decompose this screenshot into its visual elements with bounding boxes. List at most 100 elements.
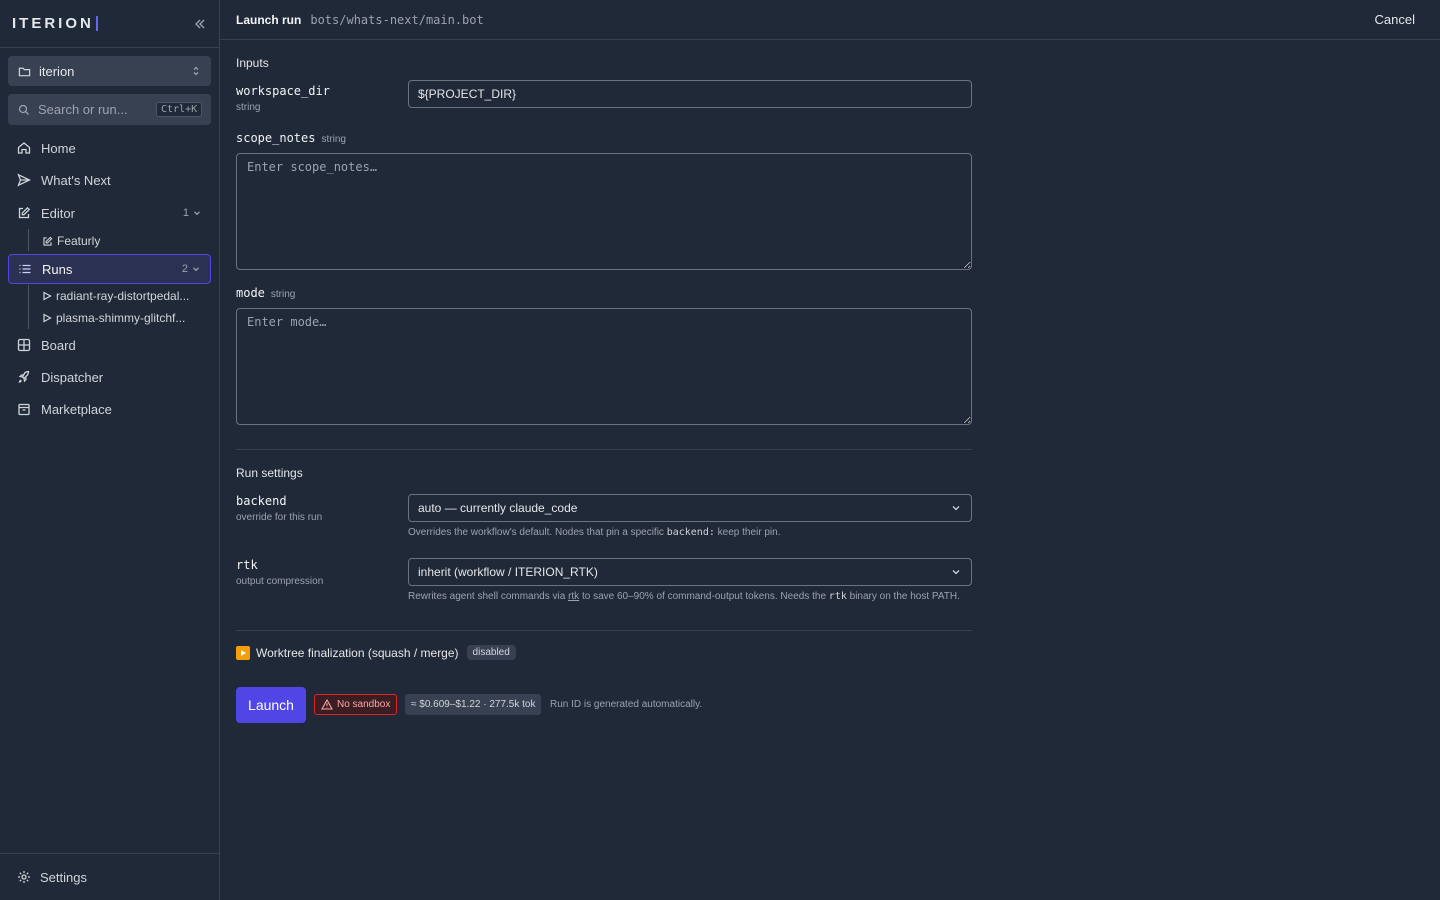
chevron-down-icon[interactable]: [191, 264, 201, 274]
rtk-link[interactable]: rtk: [568, 591, 579, 602]
store-icon: [17, 402, 31, 416]
scope-notes-label: scope_notes: [236, 131, 316, 145]
search-box[interactable]: Ctrl+K: [8, 94, 211, 125]
sidebar-item-home[interactable]: Home: [8, 134, 211, 162]
search-input[interactable]: [38, 102, 148, 117]
send-icon: [17, 173, 31, 187]
sidebar-item-label: What's Next: [41, 172, 111, 188]
rtk-select[interactable]: inherit (workflow / ITERION_RTK): [408, 558, 972, 586]
rtk-label: rtk: [236, 558, 258, 572]
editor-count: 1: [183, 207, 202, 219]
page-title: Launch run: [236, 12, 302, 27]
divider: [236, 449, 972, 450]
brand-logo: ITERION: [12, 15, 98, 32]
play-outline-icon: [42, 313, 52, 323]
scope-notes-textarea[interactable]: [236, 153, 972, 270]
workspace-select[interactable]: iterion: [8, 56, 211, 86]
backend-help-code: backend:: [666, 527, 715, 538]
run-item-label: plasma-shimmy-glitchf...: [56, 311, 186, 325]
play-outline-icon: [42, 291, 52, 301]
sidebar-item-label: Marketplace: [41, 401, 112, 417]
inputs-heading: Inputs: [236, 56, 269, 70]
brand-row: ITERION: [0, 0, 219, 48]
sidebar-item-whats-next[interactable]: What's Next: [8, 166, 211, 194]
backend-select[interactable]: auto — currently claude_code: [408, 494, 972, 522]
worktree-toggle[interactable]: Worktree finalization (squash / merge) d…: [236, 645, 516, 660]
sidebar-item-label: Board: [41, 337, 76, 353]
search-shortcut: Ctrl+K: [156, 102, 203, 117]
cancel-button[interactable]: Cancel: [1375, 12, 1424, 27]
warning-icon: [321, 699, 333, 710]
launch-button[interactable]: Launch: [236, 687, 306, 723]
edit-icon: [17, 206, 31, 220]
backend-help-text: Overrides the workflow's default. Nodes …: [408, 527, 664, 538]
run-id-note: Run ID is generated automatically.: [550, 699, 703, 710]
chevron-updown-icon: [191, 65, 201, 77]
no-sandbox-badge: No sandbox: [314, 694, 398, 715]
bot-path: bots/whats-next/main.bot: [310, 12, 484, 27]
rtk-value: inherit (workflow / ITERION_RTK): [418, 565, 598, 579]
mode-label-row: mode string: [236, 286, 295, 300]
run-item[interactable]: plasma-shimmy-glitchf...: [42, 308, 192, 328]
run-item[interactable]: radiant-ray-distortpedal...: [42, 286, 192, 306]
play-icon: [236, 645, 250, 660]
scope-notes-label-row: scope_notes string: [236, 131, 346, 145]
sidebar: ITERION iterion Ctrl+K Home What's Next: [0, 0, 220, 900]
edit-icon: [42, 236, 53, 247]
gear-icon: [17, 870, 31, 884]
chevron-down-icon[interactable]: [192, 208, 202, 218]
backend-help: Overrides the workflow's default. Nodes …: [408, 527, 780, 538]
rtk-help-code: rtk: [828, 591, 847, 602]
tree-line: [28, 285, 29, 329]
editor-child-label: Featurly: [57, 234, 101, 248]
scope-notes-type: string: [321, 134, 346, 145]
workspace-dir-label: workspace_dir: [236, 84, 330, 98]
rtk-sub: output compression: [236, 576, 324, 587]
sidebar-item-marketplace[interactable]: Marketplace: [8, 395, 211, 423]
rtk-help-text-mid: to save 60–90% of command-output tokens.…: [581, 591, 827, 602]
sidebar-item-board[interactable]: Board: [8, 331, 211, 359]
board-icon: [17, 338, 31, 352]
settings-label: Settings: [40, 869, 87, 885]
brand-name: ITERION: [12, 15, 94, 32]
sidebar-item-label: Home: [41, 140, 76, 156]
backend-help-text-end: keep their pin.: [717, 527, 781, 538]
list-icon: [18, 262, 32, 276]
workspace-name: iterion: [39, 63, 75, 79]
sidebar-item-settings[interactable]: Settings: [0, 853, 219, 900]
sidebar-item-label: Runs: [42, 261, 73, 277]
home-icon: [17, 141, 31, 155]
status-badge: disabled: [466, 645, 516, 660]
brand-cursor: [95, 16, 98, 31]
run-item-label: radiant-ray-distortpedal...: [56, 289, 190, 303]
mode-label: mode: [236, 286, 265, 300]
worktree-label: Worktree finalization (squash / merge): [256, 645, 459, 660]
rtk-help: Rewrites agent shell commands via rtk to…: [408, 591, 960, 602]
mode-type: string: [270, 289, 296, 300]
rocket-icon: [17, 370, 31, 384]
rtk-help-text: Rewrites agent shell commands via: [408, 591, 566, 602]
workspace-dir-input[interactable]: [408, 80, 972, 108]
workspace-dir-type: string: [236, 102, 261, 113]
divider: [236, 630, 972, 631]
sidebar-item-label: Dispatcher: [41, 369, 104, 385]
chevron-down-icon: [950, 502, 962, 514]
runs-count-value: 2: [181, 263, 188, 275]
sidebar-item-editor[interactable]: Editor 1: [8, 199, 211, 227]
sidebar-item-runs[interactable]: Runs 2: [8, 254, 211, 284]
chevron-down-icon: [950, 566, 962, 578]
folder-icon: [18, 65, 31, 78]
runs-count: 2: [182, 263, 201, 275]
mode-textarea[interactable]: [236, 308, 972, 425]
search-icon: [18, 104, 30, 116]
editor-child-item[interactable]: Featurly: [42, 231, 192, 251]
editor-count-value: 1: [182, 207, 189, 219]
collapse-sidebar-icon[interactable]: [193, 17, 207, 31]
rtk-help-text-end: binary on the host PATH.: [849, 591, 960, 602]
cost-estimate-badge: ≈ $0.609–$1.22 · 277.5k tok: [405, 694, 542, 715]
tree-line: [28, 229, 29, 251]
sidebar-item-dispatcher[interactable]: Dispatcher: [8, 363, 211, 391]
run-settings-heading: Run settings: [236, 466, 303, 480]
launch-header: Launch run bots/whats-next/main.bot Canc…: [220, 0, 1440, 40]
sidebar-item-label: Editor: [41, 205, 75, 221]
